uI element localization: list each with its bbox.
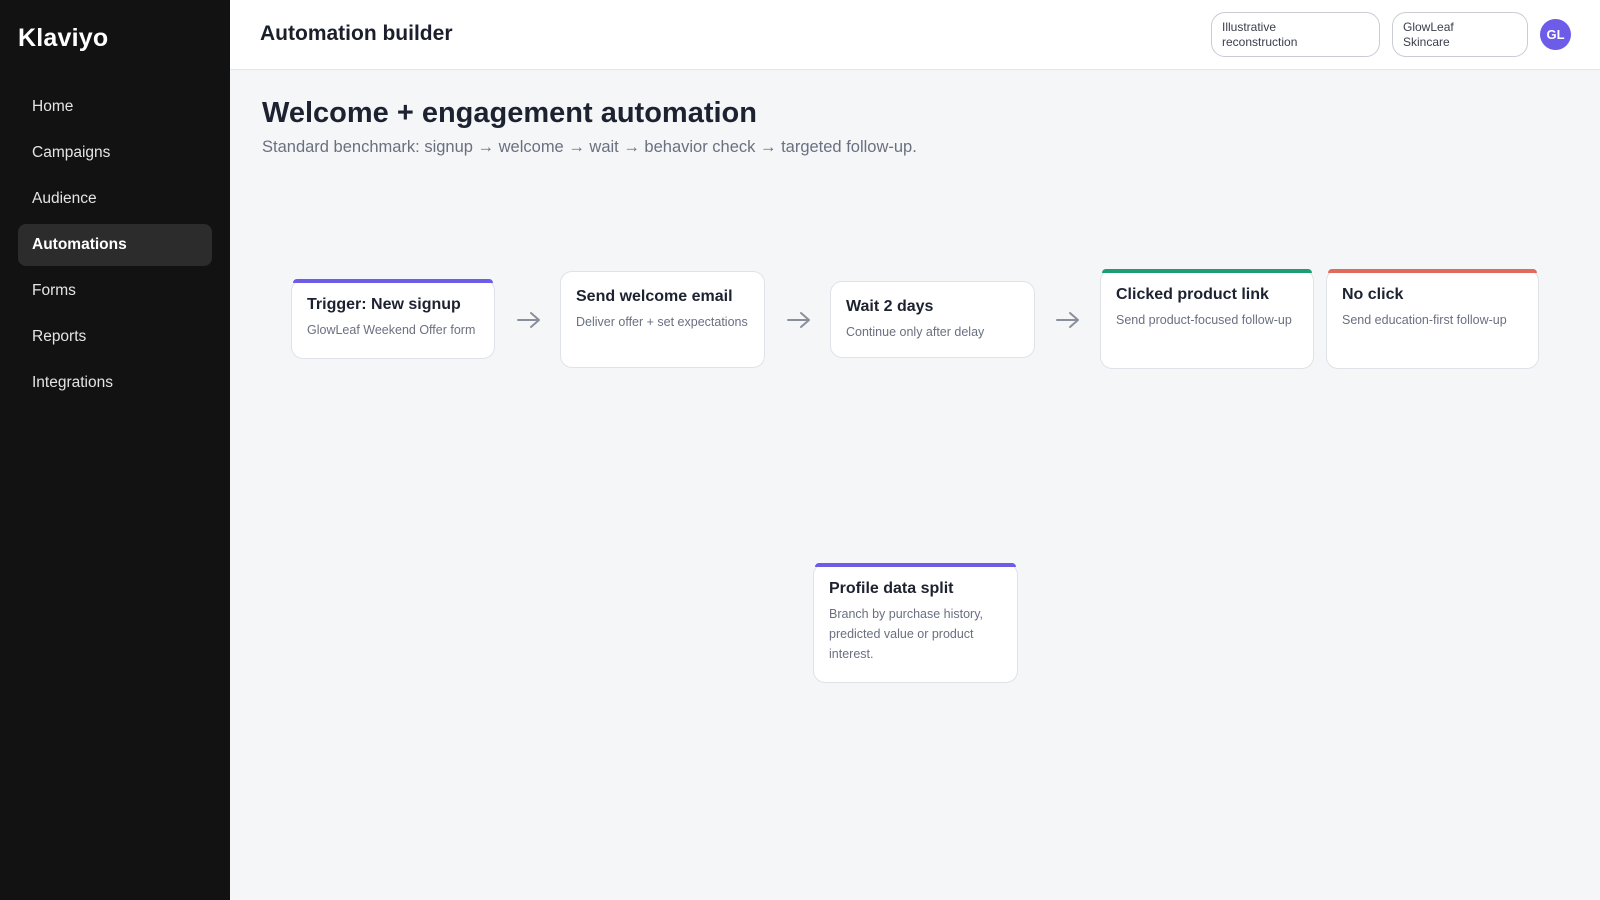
sidebar-item-automations[interactable]: Automations — [18, 224, 212, 266]
node-description: Continue only after delay — [846, 325, 985, 339]
sidebar-item-reports[interactable]: Reports — [18, 316, 212, 358]
page-subtitle: Standard benchmark: signup → welcome → w… — [262, 138, 917, 156]
top-bar: Automation builder Illustrative reconstr… — [230, 0, 1600, 70]
flow-node-wait[interactable]: Wait 2 days Continue only after delay — [830, 281, 1035, 358]
flow-node-no-click[interactable]: No click Send education-first follow-up — [1326, 269, 1539, 369]
chip-label: Illustrative reconstruction — [1222, 20, 1298, 49]
node-title: Clicked product link — [1116, 286, 1269, 303]
illustrative-chip: Illustrative reconstruction — [1211, 12, 1380, 57]
flow-node-welcome-email[interactable]: Send welcome email Deliver offer + set e… — [560, 271, 765, 368]
app-logo[interactable]: Klaviyo — [18, 24, 108, 53]
sidebar: Klaviyo Home Campaigns Audience Automati… — [0, 0, 230, 900]
node-description: Send education-first follow-up — [1342, 313, 1507, 327]
node-accent-bar — [1328, 269, 1537, 273]
sidebar-item-campaigns[interactable]: Campaigns — [18, 132, 212, 174]
node-description: Branch by purchase history, predicted va… — [829, 607, 984, 661]
header-title: Automation builder — [260, 22, 453, 45]
sidebar-item-integrations[interactable]: Integrations — [18, 362, 212, 404]
flow-node-profile-data-split[interactable]: Profile data split Branch by purchase hi… — [813, 563, 1018, 683]
account-chip[interactable]: GlowLeaf Skincare — [1392, 12, 1528, 57]
node-accent-bar — [815, 563, 1016, 567]
arrow-right-icon — [1056, 312, 1079, 328]
arrow-right-icon — [787, 312, 810, 328]
node-title: Send welcome email — [576, 288, 733, 305]
node-title: No click — [1342, 286, 1404, 303]
node-description: GlowLeaf Weekend Offer form — [307, 323, 476, 337]
node-description: Send product-focused follow-up — [1116, 313, 1292, 327]
flow-node-trigger[interactable]: Trigger: New signup GlowLeaf Weekend Off… — [291, 279, 495, 359]
node-description: Deliver offer + set expectations — [576, 315, 748, 329]
sidebar-item-home[interactable]: Home — [18, 86, 212, 128]
page-title: Welcome + engagement automation — [262, 97, 757, 129]
node-accent-bar — [1102, 269, 1312, 273]
sidebar-item-audience[interactable]: Audience — [18, 178, 212, 220]
arrow-right-icon — [517, 312, 540, 328]
flow-node-clicked-product-link[interactable]: Clicked product link Send product-focuse… — [1100, 269, 1314, 369]
sidebar-item-forms[interactable]: Forms — [18, 270, 212, 312]
sidebar-nav: Home Campaigns Audience Automations Form… — [18, 86, 212, 408]
chip-label: GlowLeaf Skincare — [1403, 20, 1454, 49]
node-title: Profile data split — [829, 580, 954, 597]
node-title: Trigger: New signup — [307, 296, 461, 313]
node-accent-bar — [293, 279, 493, 283]
avatar[interactable]: GL — [1540, 19, 1571, 50]
node-title: Wait 2 days — [846, 298, 934, 315]
